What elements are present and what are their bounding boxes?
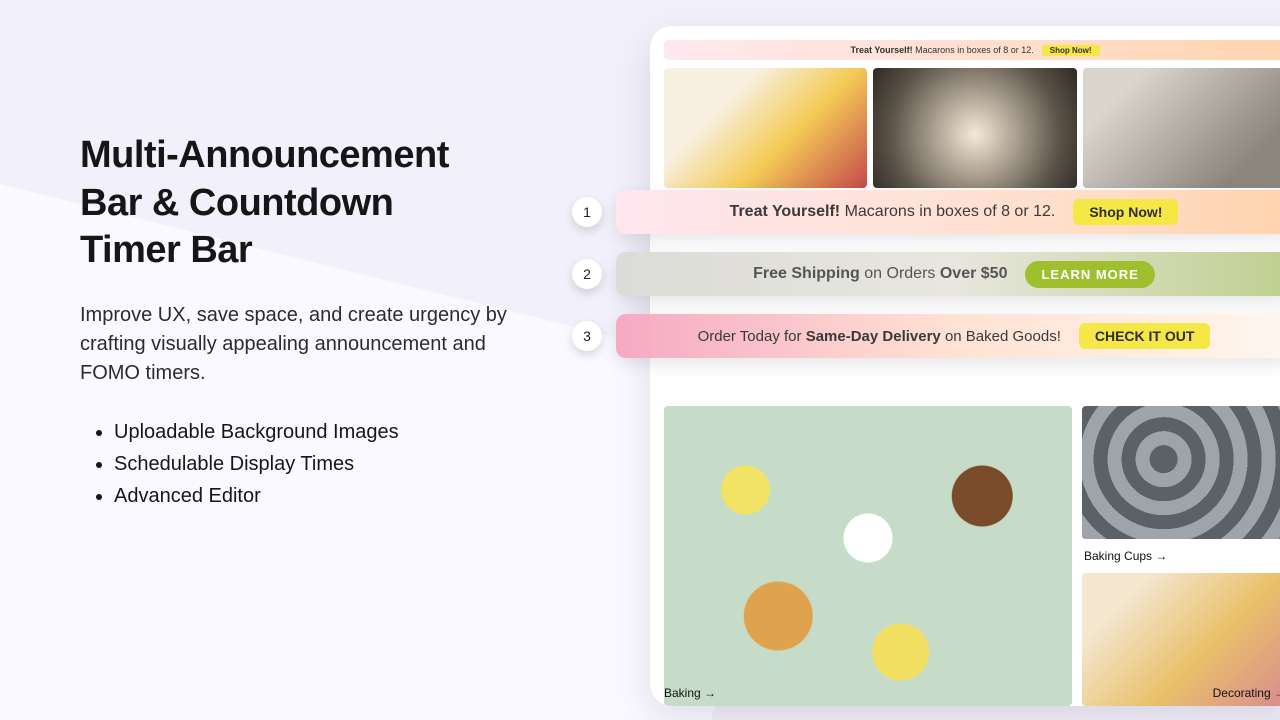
product-image-large (664, 406, 1072, 706)
marketing-copy: Multi-Announcement Bar & Countdown Timer… (80, 132, 550, 512)
bar-row: 3 Order Today for Same-Day Delivery on B… (572, 314, 1280, 358)
bar-text: Free Shipping on Orders Over $50 (753, 265, 1007, 283)
bar-text-bold: Treat Yourself! (730, 203, 841, 220)
announcement-bar-2: Free Shipping on Orders Over $50 LEARN M… (616, 252, 1280, 296)
bar-number-badge: 1 (572, 197, 602, 227)
bar-text-a: Order Today for (698, 328, 802, 345)
bar-text-rest: Macarons in boxes of 8 or 12. (845, 203, 1056, 220)
product-caption[interactable]: Decorating → (1213, 686, 1280, 700)
product-caption[interactable]: Baking Cups → (1082, 547, 1280, 565)
title-line-2: Bar & Countdown (80, 182, 393, 224)
bar-text-c: on Baked Goods! (945, 328, 1061, 345)
feature-item: Advanced Editor (114, 480, 550, 512)
bar-number-badge: 3 (572, 321, 602, 351)
bar-row: 1 Treat Yourself! Macarons in boxes of 8… (572, 190, 1280, 234)
announcement-bar-3: Order Today for Same-Day Delivery on Bak… (616, 314, 1280, 358)
bar-text: Order Today for Same-Day Delivery on Bak… (698, 328, 1061, 345)
mini-bar-rest: Macarons in boxes of 8 or 12. (915, 45, 1034, 55)
learn-more-button[interactable]: LEARN MORE (1025, 261, 1154, 288)
product-image-small (1082, 406, 1280, 539)
bar-text-bold: Over $50 (940, 265, 1008, 282)
mini-bar-text: Treat Yourself! Macarons in boxes of 8 o… (850, 45, 1033, 55)
mini-announcement-bar: Treat Yourself! Macarons in boxes of 8 o… (664, 40, 1280, 60)
hero-tile (664, 68, 867, 188)
preview-card: Treat Yourself! Macarons in boxes of 8 o… (650, 26, 1280, 706)
hero-image-row (664, 68, 1280, 188)
hero-tile (873, 68, 1076, 188)
feature-item: Uploadable Background Images (114, 416, 550, 448)
shop-now-button[interactable]: Shop Now! (1073, 199, 1178, 225)
title-line-3: Timer Bar (80, 229, 252, 271)
feature-list: Uploadable Background Images Schedulable… (114, 416, 550, 512)
mini-bar-bold: Treat Yourself! (850, 45, 912, 55)
announcement-bars: 1 Treat Yourself! Macarons in boxes of 8… (572, 190, 1280, 358)
bar-text-mid: on Orders (864, 265, 935, 282)
feature-item: Schedulable Display Times (114, 448, 550, 480)
title-line-1: Multi-Announcement (80, 134, 449, 176)
product-column: Baking Cups → (1082, 406, 1280, 706)
bottom-captions: Baking → Decorating → (664, 686, 1280, 700)
check-it-out-button[interactable]: CHECK IT OUT (1079, 323, 1211, 349)
subtitle: Improve UX, save space, and create urgen… (80, 301, 550, 388)
bar-text: Treat Yourself! Macarons in boxes of 8 o… (730, 203, 1056, 221)
bar-number-badge: 2 (572, 259, 602, 289)
bar-row: 2 Free Shipping on Orders Over $50 LEARN… (572, 252, 1280, 296)
hero-tile (1083, 68, 1280, 188)
bar-text-bold: Same-Day Delivery (806, 328, 941, 345)
announcement-bar-1: Treat Yourself! Macarons in boxes of 8 o… (616, 190, 1280, 234)
bar-text-bold: Free Shipping (753, 265, 860, 282)
product-grid: Baking Cups → (664, 406, 1280, 706)
mini-bar-cta[interactable]: Shop Now! (1042, 45, 1100, 56)
product-caption[interactable]: Baking → (664, 686, 716, 700)
page-title: Multi-Announcement Bar & Countdown Timer… (80, 132, 550, 275)
